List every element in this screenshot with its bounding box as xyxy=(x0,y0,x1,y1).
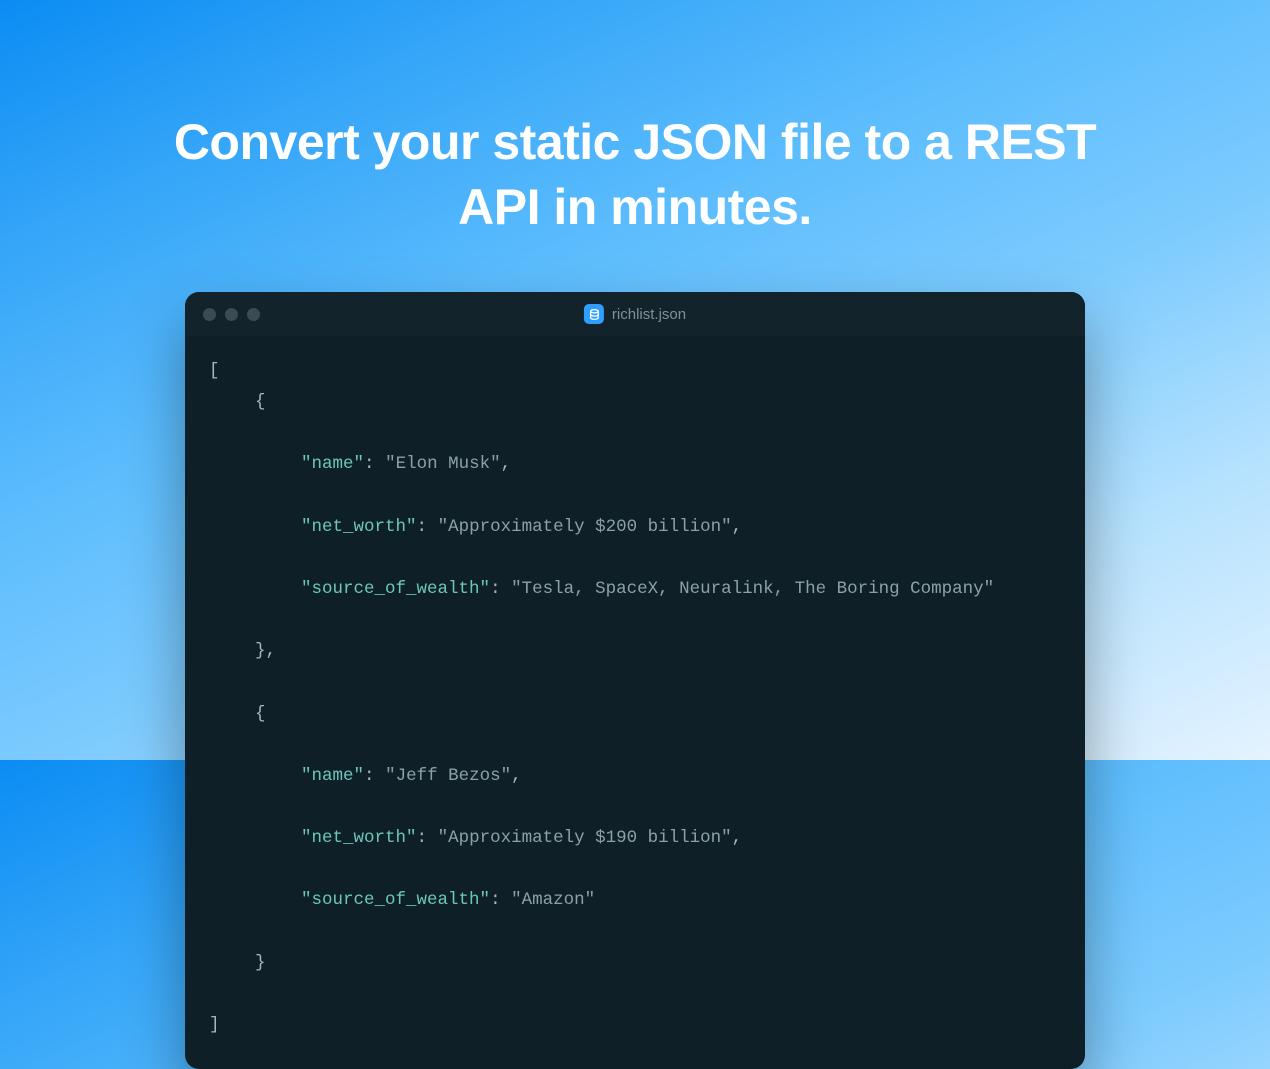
editor-titlebar: richlist.json xyxy=(185,292,1085,336)
code-token: : xyxy=(364,454,385,474)
code-token: : xyxy=(364,766,385,786)
code-token: : xyxy=(490,890,511,910)
code-content: [ { "name": "Elon Musk", "net_worth": "A… xyxy=(185,336,1085,1069)
code-token: ] xyxy=(209,1015,220,1035)
code-token: " xyxy=(301,890,312,910)
minimize-icon[interactable] xyxy=(225,308,238,321)
code-string: Tesla, SpaceX, Neuralink, The Boring Com… xyxy=(522,579,984,599)
window-controls xyxy=(203,308,260,321)
code-token: " xyxy=(301,454,312,474)
code-token: " xyxy=(511,579,522,599)
code-token: { xyxy=(255,392,266,412)
code-string: Elon Musk xyxy=(396,454,491,474)
code-token: " xyxy=(354,766,365,786)
code-token: " xyxy=(301,517,312,537)
code-token: " xyxy=(406,828,417,848)
code-string: Approximately $190 billion xyxy=(448,828,721,848)
code-token: " xyxy=(438,828,449,848)
code-token: , xyxy=(501,454,512,474)
code-token: " xyxy=(385,454,396,474)
code-editor-window: richlist.json [ { "name": "Elon Musk", "… xyxy=(185,292,1085,1069)
code-token: " xyxy=(480,579,491,599)
code-string: Amazon xyxy=(522,890,585,910)
code-key: net_worth xyxy=(312,517,407,537)
headline: Convert your static JSON file to a REST … xyxy=(145,0,1125,240)
editor-title: richlist.json xyxy=(584,304,686,324)
code-token: " xyxy=(480,890,491,910)
code-string: Approximately $200 billion xyxy=(448,517,721,537)
code-token: , xyxy=(732,828,743,848)
code-token: " xyxy=(984,579,995,599)
code-token: }, xyxy=(255,641,276,661)
code-key: source_of_wealth xyxy=(312,890,480,910)
code-token: " xyxy=(721,828,732,848)
code-token: } xyxy=(255,953,266,973)
code-token: " xyxy=(721,517,732,537)
code-token: " xyxy=(354,454,365,474)
code-token: " xyxy=(438,517,449,537)
code-token: " xyxy=(301,828,312,848)
code-string: Jeff Bezos xyxy=(396,766,501,786)
code-token: " xyxy=(585,890,596,910)
code-token: [ xyxy=(209,361,220,381)
code-token: " xyxy=(301,766,312,786)
code-token: " xyxy=(406,517,417,537)
code-token: " xyxy=(301,579,312,599)
editor-filename: richlist.json xyxy=(612,306,686,323)
code-token: : xyxy=(417,828,438,848)
code-key: net_worth xyxy=(312,828,407,848)
code-token: { xyxy=(255,704,266,724)
code-token: , xyxy=(511,766,522,786)
code-token: " xyxy=(490,454,501,474)
file-json-icon xyxy=(584,304,604,324)
code-token: " xyxy=(511,890,522,910)
code-key: name xyxy=(312,766,354,786)
code-token: " xyxy=(385,766,396,786)
code-token: , xyxy=(732,517,743,537)
code-token: " xyxy=(501,766,512,786)
code-token: : xyxy=(417,517,438,537)
close-icon[interactable] xyxy=(203,308,216,321)
code-key: name xyxy=(312,454,354,474)
code-token: : xyxy=(490,579,511,599)
code-key: source_of_wealth xyxy=(312,579,480,599)
maximize-icon[interactable] xyxy=(247,308,260,321)
